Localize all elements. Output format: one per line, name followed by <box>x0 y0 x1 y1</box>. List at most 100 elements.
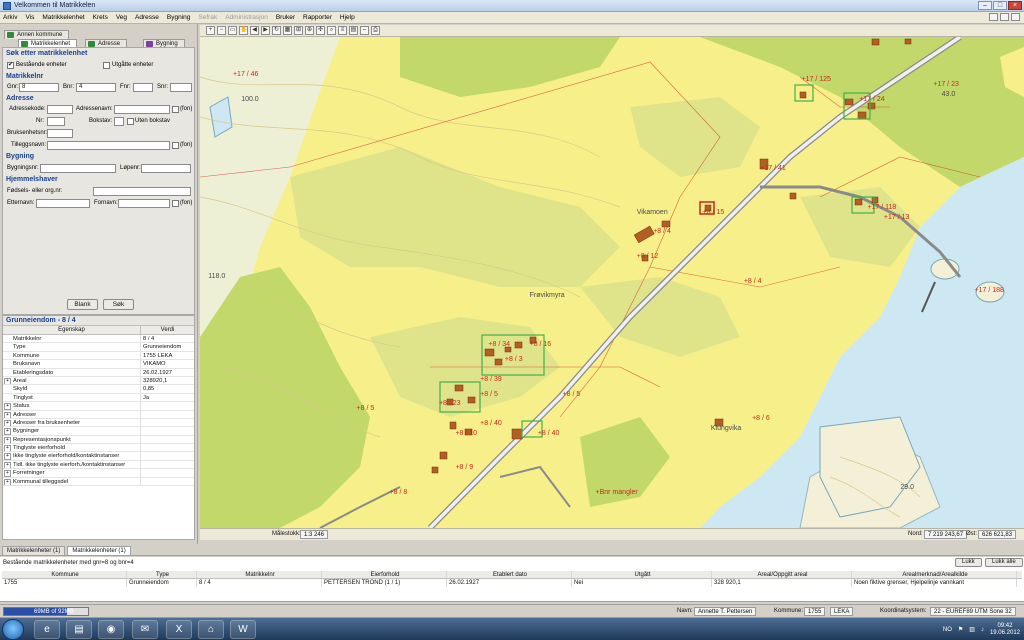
parcel-label[interactable]: +17 / 118 <box>867 204 896 211</box>
zoom-in-icon[interactable]: + <box>206 26 215 35</box>
close-all-results-button[interactable]: Lukk alle <box>985 558 1023 567</box>
menu-item-bygning[interactable]: Bygning <box>167 14 191 21</box>
fornavn-fon-checkbox[interactable] <box>172 200 179 207</box>
menu-item-matrikkelenhet[interactable]: Matrikkelenhet <box>42 14 84 21</box>
property-row[interactable]: Kommunal tilleggsdel <box>3 477 194 487</box>
tilleggsnavn-fon-checkbox[interactable] <box>172 142 179 149</box>
parcel-label[interactable]: +8 / 40 <box>480 420 502 427</box>
parcel-label[interactable]: +17 / 125 <box>802 76 831 83</box>
nr-input[interactable] <box>47 117 65 126</box>
zoom-out-icon[interactable]: − <box>217 26 226 35</box>
parcel-label[interactable]: +17 / 23 <box>933 81 959 88</box>
tilleggsnavn-input[interactable] <box>47 141 170 150</box>
start-button[interactable] <box>2 619 24 640</box>
word-icon[interactable]: W <box>230 620 256 639</box>
existing-units-checkbox[interactable]: ✔ <box>7 62 14 69</box>
close-result-button[interactable]: Lukk <box>955 558 982 567</box>
bygningsnr-input[interactable] <box>40 164 116 173</box>
parcel-label[interactable]: +8 / 23 <box>439 400 461 407</box>
pan-hand-icon[interactable]: ✋ <box>239 26 248 35</box>
lopenr-input[interactable] <box>141 164 191 173</box>
menu-item-vis[interactable]: Vis <box>25 14 34 21</box>
mdi-close-button[interactable] <box>1011 13 1020 21</box>
layers-icon[interactable]: ≡ <box>338 26 347 35</box>
bnr-input[interactable]: 4 <box>76 83 116 92</box>
mdi-minimize-button[interactable] <box>989 13 998 21</box>
tab-annen-kommune[interactable]: Annen kommune <box>4 30 70 39</box>
property-row[interactable]: Status <box>3 402 194 411</box>
menu-item-veg[interactable]: Veg <box>116 14 127 21</box>
results-column-header[interactable]: Arealmerknad/Arealkilde <box>852 571 1017 578</box>
property-row[interactable]: Tinglyste eierforhold <box>3 444 194 453</box>
results-column-header[interactable]: Kommune <box>2 571 127 578</box>
results-tab-2[interactable]: Matrikkelenheter (1) <box>67 546 131 555</box>
parcel-label[interactable]: +Bnr mangler <box>596 489 638 496</box>
parcel-label[interactable]: +8 / 3 <box>505 356 523 363</box>
network-icon[interactable]: ▥ <box>969 626 975 633</box>
value-column-header[interactable]: Verdi <box>141 326 194 334</box>
adressekode-input[interactable] <box>47 105 73 114</box>
property-row[interactable]: Areal328920,1 <box>3 376 194 386</box>
firefox-icon[interactable]: ◉ <box>98 620 124 639</box>
zoom-box-icon[interactable]: ▭ <box>228 26 237 35</box>
parcel-label[interactable]: +8 / 34 <box>488 341 510 348</box>
bokstav-input[interactable] <box>114 117 124 126</box>
excel-icon[interactable]: X <box>166 620 192 639</box>
parcel-label[interactable]: +8 / 5 <box>357 405 375 412</box>
parcel-label[interactable]: +17 / 46 <box>233 71 259 78</box>
search-button[interactable]: Søk <box>103 299 134 310</box>
parcel-label[interactable]: +8 / 5 <box>480 391 498 398</box>
results-tab-1[interactable]: Matrikkelenheter (1) <box>2 546 66 555</box>
results-column-header[interactable]: Matrikkelnr <box>197 571 322 578</box>
property-row[interactable]: Ikke tinglyste eierforhold/kontaktinstan… <box>3 452 194 461</box>
parcel-label[interactable]: +8 / 5 <box>563 391 581 398</box>
outlook-icon[interactable]: ✉ <box>132 620 158 639</box>
scale-value[interactable]: 1:3 246 <box>300 530 329 539</box>
etternavn-input[interactable] <box>36 199 90 208</box>
file-explorer-icon[interactable]: ▤ <box>66 620 92 639</box>
property-row[interactable]: Forretninger <box>3 469 194 478</box>
blank-button[interactable]: Blank <box>67 299 98 310</box>
parcel-label[interactable]: +8 / 8 <box>390 489 408 496</box>
full-extent-icon[interactable]: ⊞ <box>294 26 303 35</box>
results-column-header[interactable]: Eierforhold <box>322 571 447 578</box>
parcel-label[interactable]: +17 / 188 <box>975 287 1004 294</box>
volume-icon[interactable]: ♪ <box>981 627 984 633</box>
bruksenhetsnr-input[interactable] <box>47 129 73 138</box>
menu-item-krets[interactable]: Krets <box>93 14 108 21</box>
gnr-input[interactable]: 8 <box>19 83 59 92</box>
legend-icon[interactable]: ▤ <box>349 26 358 35</box>
uten-bokstav-checkbox[interactable] <box>127 118 134 125</box>
select-icon[interactable]: ⊕ <box>305 26 314 35</box>
close-button[interactable]: × <box>1008 1 1022 10</box>
clock[interactable]: 09:42 19.06.2012 <box>990 623 1020 637</box>
adressenavn-input[interactable] <box>114 105 170 114</box>
identify-icon[interactable]: ✣ <box>316 26 325 35</box>
property-row[interactable]: Representasjonspunkt <box>3 435 194 445</box>
menu-item-adresse[interactable]: Adresse <box>135 14 159 21</box>
fnr-input[interactable] <box>133 83 153 92</box>
results-column-header[interactable]: Etablert dato <box>447 571 572 578</box>
adressenavn-fon-checkbox[interactable] <box>172 106 179 113</box>
menu-item-bruker[interactable]: Bruker <box>276 14 295 21</box>
refresh-icon[interactable]: ↻ <box>272 26 281 35</box>
parcel-label[interactable]: +17 / 24 <box>859 96 885 103</box>
search-icon[interactable]: ⌕ <box>327 26 336 35</box>
parcel-label[interactable]: +8 / 16 <box>530 341 552 348</box>
fornavn-input[interactable] <box>118 199 170 208</box>
property-row[interactable]: Adresser fra bruksenheter <box>3 418 194 428</box>
parcel-label[interactable]: +8 / 12 <box>637 253 659 260</box>
internet-explorer-icon[interactable]: e <box>34 620 60 639</box>
print-icon[interactable]: ⎙ <box>371 26 380 35</box>
menu-item-rapporter[interactable]: Rapporter <box>303 14 332 21</box>
scale-preset-icon[interactable]: ▦ <box>283 26 292 35</box>
property-column-header[interactable]: Egenskap <box>3 326 141 334</box>
parcel-label[interactable]: +8 / 9 <box>455 464 473 471</box>
matrikkel-app-icon[interactable]: ⌂ <box>198 620 224 639</box>
menu-item-arkiv[interactable]: Arkiv <box>3 14 17 21</box>
flag-icon[interactable]: ⚑ <box>958 626 963 633</box>
results-column-header[interactable]: Areal/Oppgitt areal <box>712 571 852 578</box>
parcel-label[interactable]: +17 / 13 <box>884 214 910 221</box>
results-column-header[interactable]: Type <box>127 571 197 578</box>
parcel-label[interactable]: +8 / 39 <box>480 376 502 383</box>
